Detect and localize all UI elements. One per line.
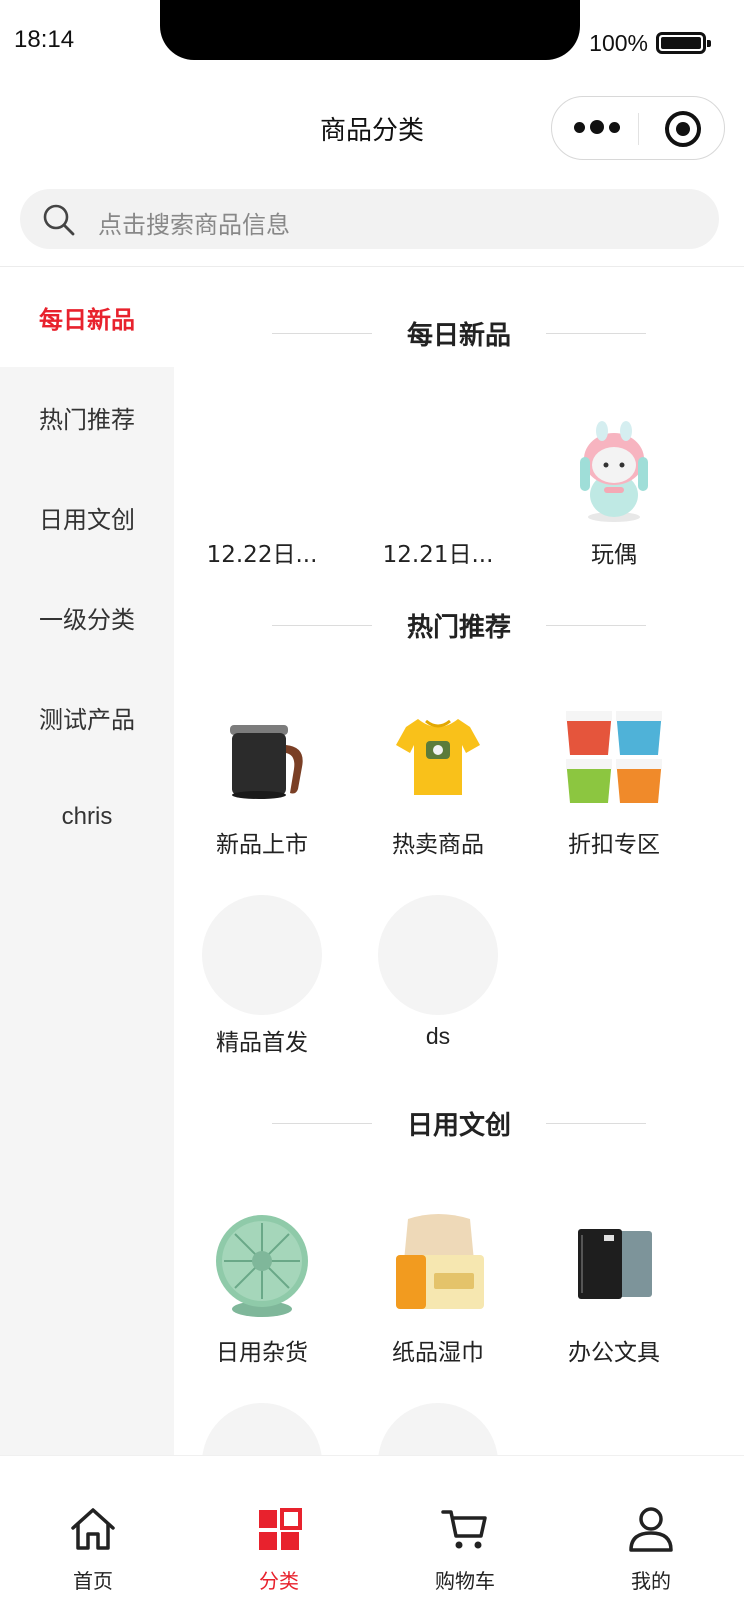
category-cell[interactable] [350,1403,526,1455]
tab-label: 分类 [259,1569,299,1593]
category-label: 12.22日... [206,542,318,568]
category-label: 折扣专区 [568,832,660,858]
desk-fan-image [216,1215,308,1317]
tab-label: 我的 [631,1569,671,1593]
sidebar-item-daily-new[interactable]: 每日新品 [0,267,174,367]
category-cell[interactable]: 12.21日... [350,407,526,568]
tab-home[interactable]: 首页 [0,1456,186,1616]
category-cell[interactable]: 折扣专区 [526,697,702,858]
section-title: 日用文创 [406,1111,511,1141]
close-target-icon[interactable] [665,111,701,147]
tab-label: 购物车 [435,1569,495,1593]
category-cell[interactable]: 日用杂货 [174,1205,350,1366]
tissue-box-image [396,1214,484,1309]
category-cell[interactable]: 12.22日... [174,407,350,568]
battery-icon [656,32,711,54]
category-cell[interactable]: 办公文具 [526,1205,702,1366]
tab-cart[interactable]: 购物车 [372,1456,558,1616]
category-content: 每日新品 12.22日... 12.21日... 玩偶 热门推荐 新品上市 热卖… [174,267,744,1455]
section-title: 每日新品 [406,321,511,351]
tab-mine[interactable]: 我的 [558,1456,744,1616]
category-cell[interactable] [174,1403,350,1455]
category-cell[interactable]: 新品上市 [174,697,350,858]
category-icon [259,1508,302,1550]
status-time: 18:14 [14,26,75,53]
black-mug-image [230,725,303,799]
user-icon [629,1507,673,1552]
category-cell[interactable]: 玩偶 [526,407,702,568]
category-label: 12.21日... [382,542,494,568]
search-icon [43,204,75,236]
tab-bar: 首页 分类 购物车 我的 [0,1455,744,1616]
category-label: 热卖商品 [392,832,484,858]
image-placeholder [378,1403,498,1455]
category-cell[interactable]: 纸品湿巾 [350,1205,526,1366]
image-placeholder [378,895,498,1015]
section-line-right [546,1123,646,1124]
category-label: 纸品湿巾 [392,1340,484,1366]
category-cell[interactable]: 精品首发 [174,895,350,1056]
battery-percent: 100% [589,30,648,56]
sidebar-item-chris[interactable]: chris [0,767,174,867]
section-line-right [546,333,646,334]
category-cell[interactable]: 热卖商品 [350,697,526,858]
category-label: ds [425,1023,451,1049]
device-notch [160,0,580,60]
image-placeholder [202,1403,322,1455]
category-label: 精品首发 [216,1030,308,1056]
yellow-tshirt-image [396,719,480,795]
section-title: 热门推荐 [406,613,511,643]
mascot-doll-image [580,421,648,522]
category-cell[interactable]: ds [350,895,526,1055]
cart-icon [441,1510,487,1549]
category-label: 新品上市 [216,832,308,858]
category-label: 玩偶 [591,542,637,568]
sidebar-item-daily-use[interactable]: 日用文创 [0,467,174,567]
noodle-cups-image [566,711,662,803]
sidebar-item-level1[interactable]: 一级分类 [0,567,174,667]
sidebar-item-test[interactable]: 测试产品 [0,667,174,767]
tab-label: 首页 [73,1569,113,1593]
section-line-right [546,625,646,626]
home-icon [71,1508,115,1550]
more-icon[interactable] [574,120,620,134]
status-bar: 18:14 100% [0,0,744,84]
mini-program-capsule [551,96,725,160]
image-placeholder [202,895,322,1015]
sidebar-item-hot[interactable]: 热门推荐 [0,367,174,467]
search-placeholder: 点击搜索商品信息 [98,211,290,239]
search-input[interactable]: 点击搜索商品信息 [20,189,719,249]
notebooks-image [578,1229,652,1299]
tab-category[interactable]: 分类 [186,1456,372,1616]
category-sidebar: 每日新品 热门推荐 日用文创 一级分类 测试产品 chris [0,267,174,1455]
category-label: 日用杂货 [216,1340,308,1366]
category-label: 办公文具 [568,1340,660,1366]
